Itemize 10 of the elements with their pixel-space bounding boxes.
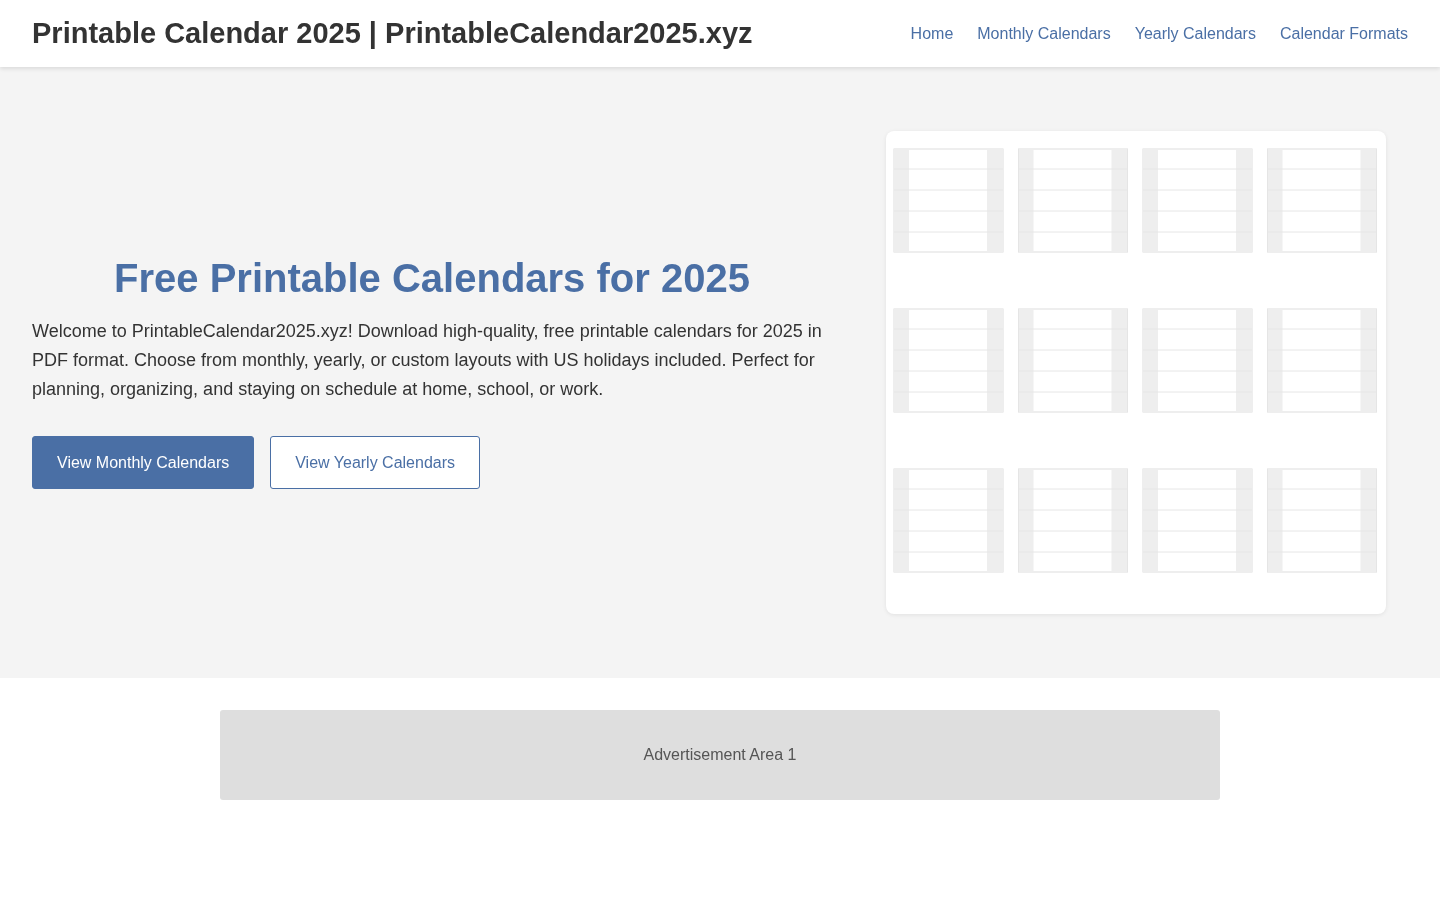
- cta-button[interactable]: View Yearly Calendars: [270, 436, 481, 489]
- site-title[interactable]: Printable Calendar 2025 | PrintableCalendar2025.xyz: [32, 17, 753, 50]
- hero-heading: Free Printable Calendars for 2025: [113, 256, 751, 301]
- nav-link[interactable]: Calendar Formats: [1279, 24, 1408, 43]
- cta-button[interactable]: View Monthly Calendars: [32, 436, 255, 489]
- hero-text: Welcome to PrintableCalendar2025.xyz! Download high-quality, free printable calendars for 2025 in PDF format. Choose from monthly, yearly, or custom layouts with US holidays included. Perfect for planning, organizing, and staying on schedule at home, school, or work.: [32, 320, 823, 401]
- nav-link[interactable]: Home: [910, 24, 954, 43]
- ad-label: Advertisement Area 1: [643, 746, 797, 764]
- nav-link[interactable]: Yearly Calendars: [1134, 24, 1256, 43]
- nav-link[interactable]: Monthly Calendars: [977, 24, 1111, 43]
